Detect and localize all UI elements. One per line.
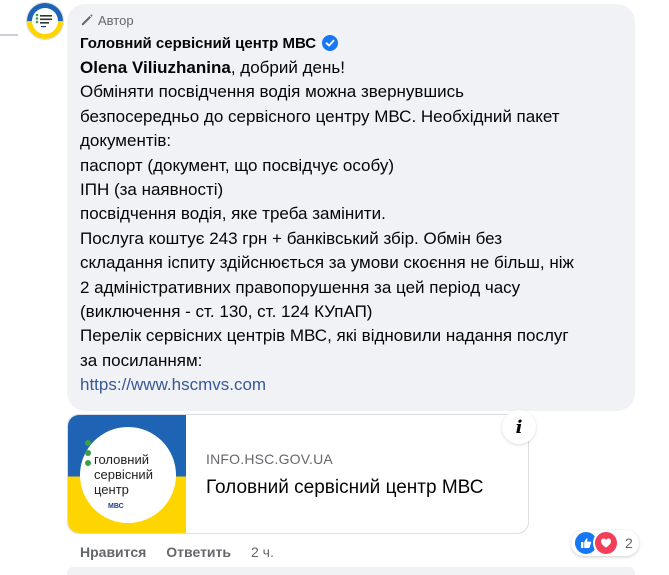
message-line: паспорт (документ, що посвідчує особу) xyxy=(80,155,395,175)
message-line: Послуга коштує 243 грн + банківський збі… xyxy=(80,228,503,248)
info-button[interactable]: i xyxy=(502,410,536,444)
link-preview-card[interactable]: головний сервісний центр МВС INFO.HSC.GO… xyxy=(67,414,529,534)
thumbnail-logo-line: головний xyxy=(94,452,149,467)
pencil-icon xyxy=(81,14,93,26)
page-name[interactable]: Головний сервісний центр МВС xyxy=(80,35,316,52)
hsc-logo-icon xyxy=(27,3,63,39)
info-icon: i xyxy=(515,416,523,438)
thumbnail-logo-text: головний сервісний центр xyxy=(94,452,174,497)
website-link[interactable]: https://www.hscmvs.com xyxy=(80,375,266,394)
verified-badge-icon xyxy=(322,35,339,51)
like-button[interactable]: Нравится xyxy=(80,544,146,560)
message-line: (виключення - ст. 130, ст. 124 КУпАП) xyxy=(80,301,373,321)
logo-dots-icon xyxy=(85,440,91,466)
thumbnail-logo-caption: МВС xyxy=(108,503,124,510)
message-line: посвідчення водія, яке треба замінити. xyxy=(80,204,386,224)
author-badge: Автор xyxy=(80,11,134,29)
message-line: , добрий день! xyxy=(230,58,345,77)
author-badge-label: Автор xyxy=(98,12,134,28)
message-line: Перелік сервісних центрів МВС, які відно… xyxy=(80,326,569,346)
love-icon xyxy=(593,530,619,556)
message-line: 2 адміністративних правопорушення за цей… xyxy=(80,277,521,297)
link-preview-thumbnail: головний сервісний центр МВС xyxy=(68,415,186,533)
message-line: Обміняти посвідчення водія можна звернув… xyxy=(80,82,464,102)
thumbnail-logo-line: сервісний xyxy=(94,467,153,482)
thumbnail-logo-line: центр xyxy=(94,482,129,497)
greeting-line: Olena Viliuzhanina, добрий день! xyxy=(80,56,628,80)
reaction-count: 2 xyxy=(625,535,633,551)
comment-timestamp[interactable]: 2 ч. xyxy=(251,544,274,560)
mention-link[interactable]: Olena Viliuzhanina xyxy=(80,58,231,77)
next-comment-bubble xyxy=(67,567,635,575)
reactions-summary[interactable]: 2 xyxy=(571,530,639,556)
message-line: безпосередньо до сервісного центру МВС. … xyxy=(80,106,560,126)
link-title: Головний сервісний центр МВС xyxy=(206,477,484,498)
message-line: складання іспиту здійснюється за умови с… xyxy=(80,253,574,273)
message-line: документів: xyxy=(80,131,172,151)
comment-text: Olena Viliuzhanina, добрий день! Обмінят… xyxy=(80,56,628,397)
reply-button[interactable]: Ответить xyxy=(166,544,231,560)
thread-connector-line xyxy=(0,34,18,36)
page-name-link[interactable]: Головний сервісний центр МВС xyxy=(80,33,339,53)
comment-actions: Нравится Ответить 2 ч. xyxy=(80,543,274,561)
link-domain: INFO.HSC.GOV.UA xyxy=(206,451,333,467)
avatar[interactable] xyxy=(26,2,64,40)
message-line: за посиланням: xyxy=(80,350,203,370)
message-line: ІПН (за наявності) xyxy=(80,179,224,199)
